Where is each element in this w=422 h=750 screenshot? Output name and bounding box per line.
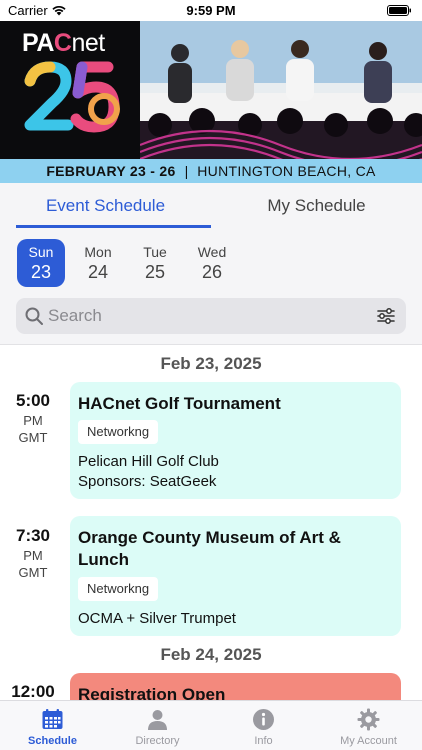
date-location-separator: |: [184, 163, 189, 179]
event-banner: PACnet FEBRUARY 23 - 26 | HUNTINGTON BEA…: [0, 21, 422, 183]
day-name: Tue: [143, 244, 167, 260]
banner-logo-panel: PACnet: [0, 21, 140, 159]
search-area: [0, 291, 422, 345]
event-title: Registration Open: [78, 685, 226, 700]
event-card[interactable]: Registration Open: [70, 673, 401, 700]
person-icon: [148, 710, 167, 730]
tab-bar-directory[interactable]: Directory: [105, 701, 210, 750]
tab-bar-my-account[interactable]: My Account: [316, 701, 421, 750]
day-number: 24: [87, 262, 109, 282]
gear-icon: [357, 708, 380, 731]
day-name: Sun: [28, 244, 54, 260]
calendar-icon: [42, 709, 63, 729]
tab-event-schedule[interactable]: Event Schedule: [0, 183, 211, 229]
search-box[interactable]: [16, 298, 406, 334]
day-name: Wed: [197, 244, 227, 260]
event-title: HACnet Golf Tournament: [78, 394, 281, 413]
tab-bar-info[interactable]: Info: [211, 701, 316, 750]
event-time: 7:30 PM GMT: [0, 526, 66, 580]
tab-bar-schedule[interactable]: Schedule: [0, 701, 105, 750]
search-icon: [25, 307, 43, 325]
tab-bar-label: Directory: [135, 735, 180, 747]
event-time-zone: GMT: [18, 565, 48, 580]
schedule-list[interactable]: Feb 23, 2025 5:00 PM GMT HACnet Golf Tou…: [0, 346, 422, 700]
day-tue[interactable]: Tue 25: [131, 239, 179, 287]
event-time-hour: 5:00: [15, 391, 51, 410]
day-name: Mon: [84, 244, 112, 260]
day-number: 25: [144, 262, 166, 282]
tab-bar-label: Schedule: [28, 735, 77, 747]
event-time-ampm: PM: [23, 548, 43, 563]
event-date-location-strip: FEBRUARY 23 - 26 | HUNTINGTON BEACH, CA: [0, 159, 422, 183]
day-wed[interactable]: Wed 26: [188, 239, 236, 287]
search-input[interactable]: [48, 298, 348, 334]
filter-icon[interactable]: [376, 306, 396, 326]
event-venue: Pelican Hill Golf Club: [78, 453, 219, 470]
event-dates: FEBRUARY 23 - 26: [46, 163, 176, 179]
tab-bar-label: My Account: [340, 735, 397, 747]
logo-25-graphic: [24, 61, 120, 133]
active-tab-indicator: [16, 225, 211, 228]
event-sponsors: Sponsors: SeatGeek: [78, 473, 217, 490]
clock: 9:59 PM: [186, 3, 236, 18]
event-time-zone: GMT: [18, 430, 48, 445]
panel-photo-illustration: [140, 21, 422, 159]
event-time-hour: 12:00: [11, 682, 55, 700]
event-venue: OCMA + Silver Trumpet: [78, 610, 236, 627]
panel-photo: [140, 21, 422, 159]
event-tag: Networkng: [78, 577, 159, 601]
tab-bar-label: Info: [254, 735, 273, 747]
info-icon: [253, 709, 274, 730]
day-picker: Sun 23 Mon 24 Tue 25 Wed 26: [0, 229, 422, 291]
battery-icon: [387, 5, 411, 16]
event-card[interactable]: HACnet Golf Tournament Networkng Pelican…: [70, 382, 401, 499]
date-header: Feb 23, 2025: [160, 354, 262, 373]
event-time-hour: 7:30: [15, 526, 51, 545]
schedule-tabs: Event Schedule My Schedule: [0, 183, 422, 229]
event-card[interactable]: Orange County Museum of Art & Lunch Netw…: [70, 516, 401, 636]
event-time-ampm: PM: [23, 413, 43, 428]
event-time: 5:00 PM GMT: [0, 391, 66, 445]
day-number: 26: [201, 262, 223, 282]
event-time: 12:00: [0, 682, 66, 700]
day-sun[interactable]: Sun 23: [17, 239, 65, 287]
event-tag: Networkng: [78, 420, 159, 444]
tab-my-schedule[interactable]: My Schedule: [211, 183, 422, 229]
bottom-tab-bar: Schedule Directory Info My Account: [0, 700, 422, 750]
event-title: Orange County Museum of Art & Lunch: [78, 528, 341, 569]
day-mon[interactable]: Mon 24: [74, 239, 122, 287]
date-header: Feb 24, 2025: [160, 645, 262, 664]
status-bar: Carrier 9:59 PM: [0, 0, 422, 21]
event-location: HUNTINGTON BEACH, CA: [197, 163, 376, 179]
day-number: 23: [30, 262, 52, 282]
